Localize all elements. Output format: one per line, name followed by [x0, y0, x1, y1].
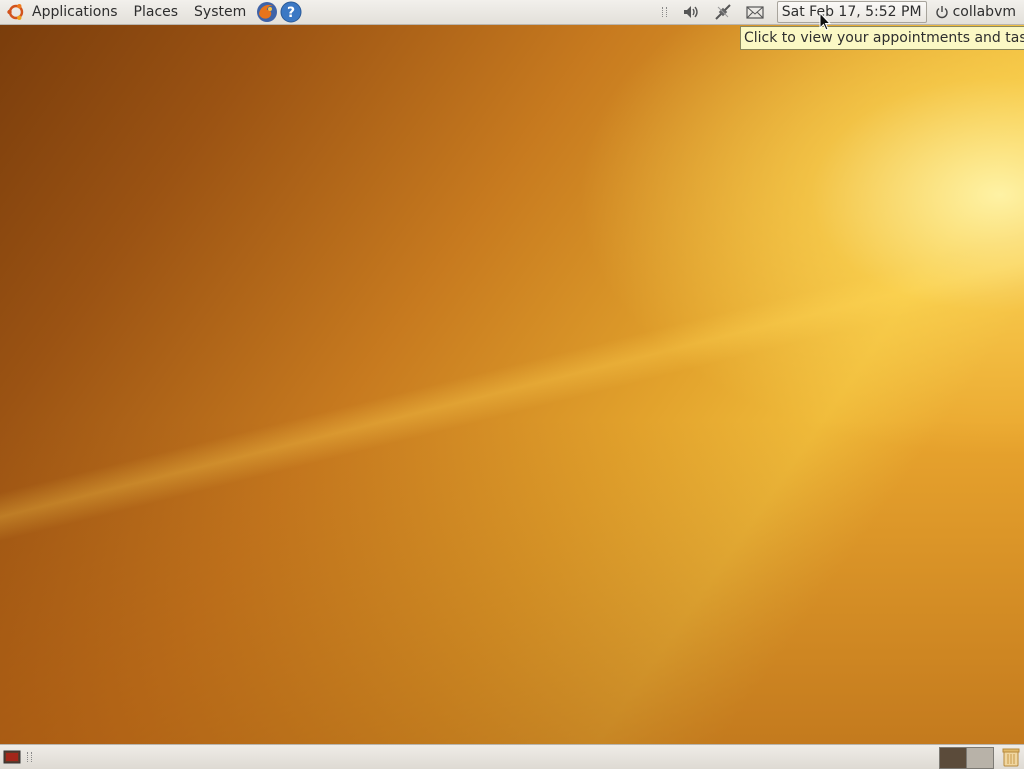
- volume-icon[interactable]: [681, 3, 701, 21]
- applications-menu[interactable]: Applications: [0, 0, 126, 24]
- workspace-switcher: [939, 747, 994, 769]
- tray-drag-handle[interactable]: [661, 7, 667, 17]
- mail-icon[interactable]: [745, 3, 765, 21]
- bottom-panel: [0, 744, 1024, 769]
- top-panel: Applications Places System ? Sat Feb 17,…: [0, 0, 1024, 25]
- firefox-icon[interactable]: [256, 1, 278, 23]
- system-menu[interactable]: System: [186, 0, 254, 24]
- workspace-2[interactable]: [967, 747, 994, 769]
- power-icon: [935, 6, 948, 19]
- ubuntu-logo-icon: [7, 3, 24, 20]
- desktop-wallpaper[interactable]: [0, 25, 1024, 744]
- mouse-pointer-icon: [819, 12, 831, 31]
- places-menu[interactable]: Places: [126, 0, 187, 24]
- applications-label: Applications: [32, 4, 118, 20]
- user-switcher[interactable]: collabvm: [935, 4, 1016, 20]
- svg-text:?: ?: [287, 5, 295, 21]
- username-label: collabvm: [952, 4, 1016, 20]
- notification-area: Sat Feb 17, 5:52 PM collabvm: [661, 0, 1024, 24]
- show-desktop-icon[interactable]: [3, 749, 21, 765]
- trash-icon[interactable]: [1000, 746, 1022, 768]
- clock-tooltip: Click to view your appointments and task…: [740, 26, 1024, 50]
- workspace-1[interactable]: [939, 747, 967, 769]
- help-icon[interactable]: ?: [280, 1, 302, 23]
- clock-button[interactable]: Sat Feb 17, 5:52 PM: [776, 1, 927, 23]
- window-list-handle[interactable]: [27, 752, 32, 762]
- main-menu: Applications Places System ?: [0, 0, 302, 24]
- network-icon[interactable]: [713, 3, 733, 21]
